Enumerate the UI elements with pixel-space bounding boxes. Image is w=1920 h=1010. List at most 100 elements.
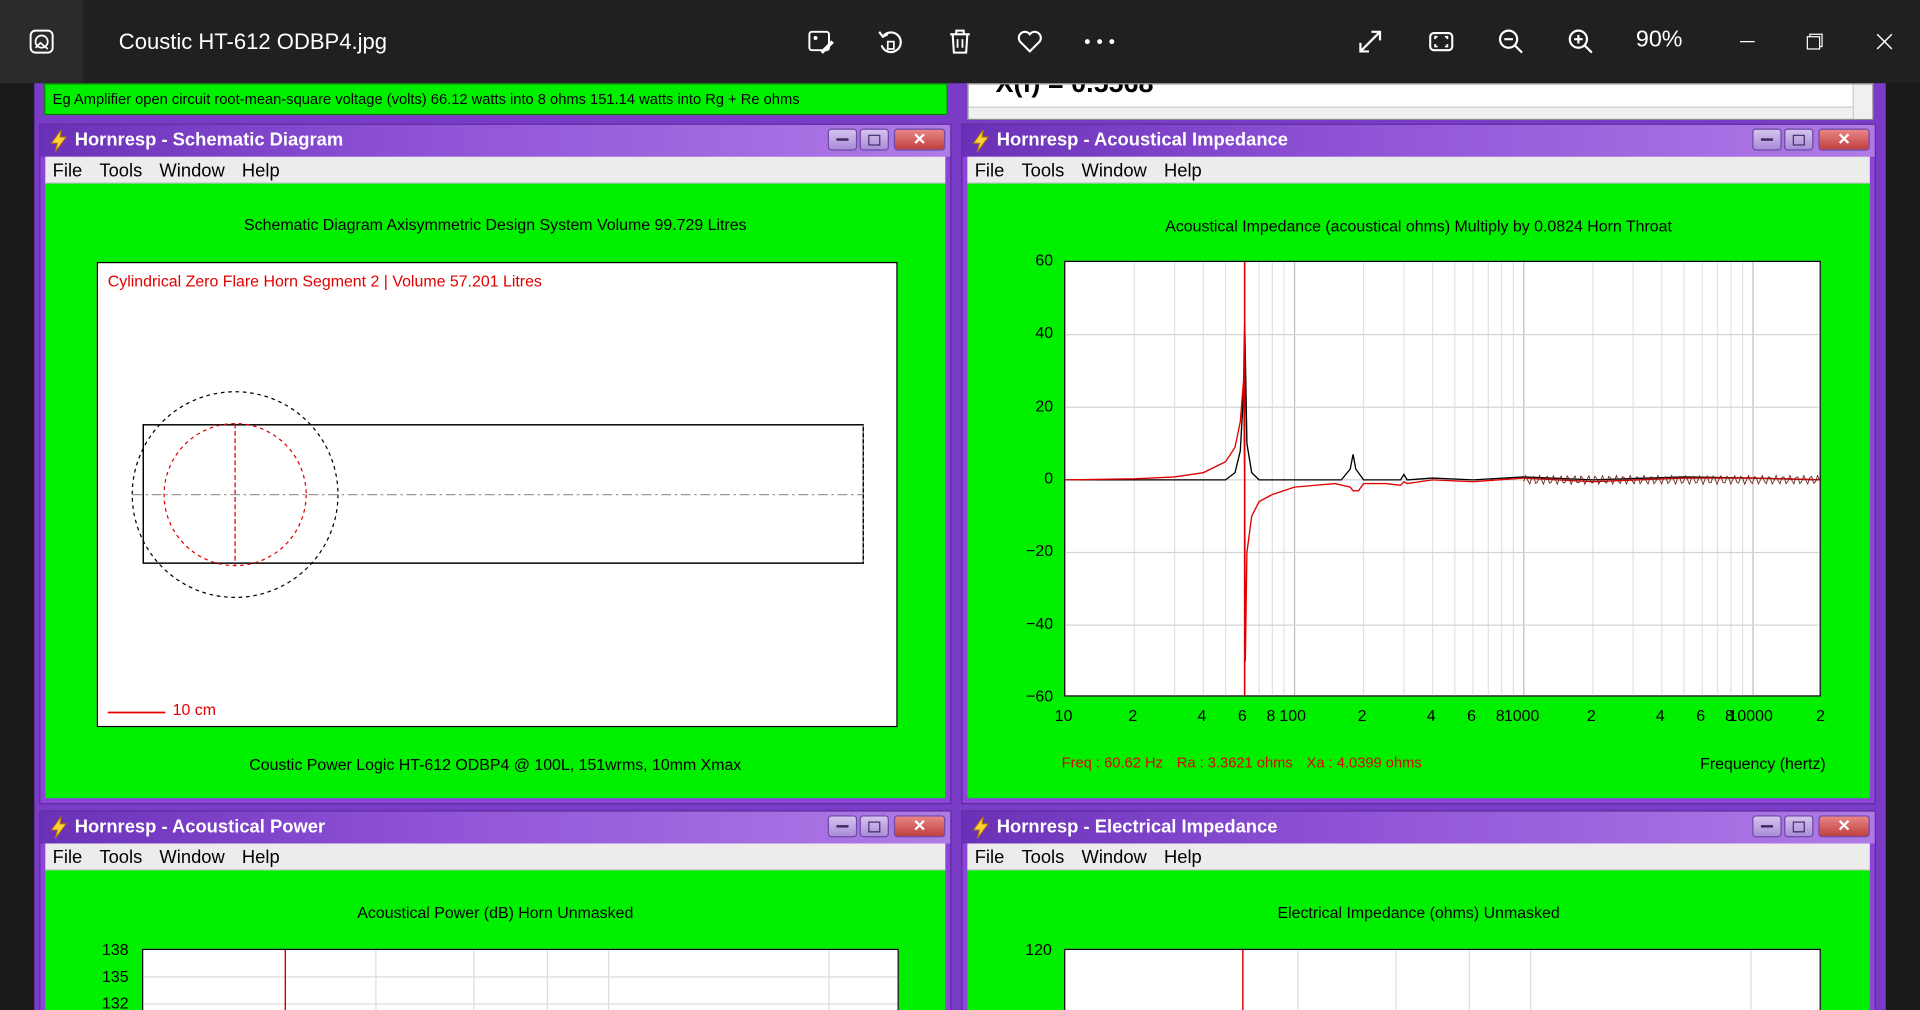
acoustical-impedance-window: Hornresp - Acoustical Impedance ✕ File To… xyxy=(961,123,1876,805)
favorite-icon[interactable] xyxy=(1010,22,1049,61)
close-icon[interactable] xyxy=(1865,22,1904,61)
restore-icon[interactable] xyxy=(1795,22,1834,61)
more-icon[interactable] xyxy=(1080,22,1119,61)
close-button[interactable]: ✕ xyxy=(1818,815,1870,838)
x-tick-label: 2 xyxy=(1816,706,1826,725)
minimize-button[interactable] xyxy=(827,815,858,838)
y-tick-label: −20 xyxy=(1026,541,1054,560)
horn-drawing xyxy=(107,391,865,714)
x-tick-label: 8 xyxy=(1266,706,1276,725)
electrical-plot[interactable] xyxy=(1064,948,1821,1010)
schematic-canvas[interactable]: Cylindrical Zero Flare Horn Segment 2 | … xyxy=(96,261,898,728)
rotate-icon[interactable] xyxy=(871,22,910,61)
menu-tools[interactable]: Tools xyxy=(99,847,142,868)
menu-help[interactable]: Help xyxy=(1164,160,1202,181)
y-tick: 135 xyxy=(101,967,129,986)
horizontal-scrollbar[interactable] xyxy=(968,106,1873,119)
power-plot[interactable] xyxy=(142,948,899,1010)
y-tick-label: −60 xyxy=(1026,686,1054,706)
fullscreen-icon[interactable] xyxy=(1351,22,1390,61)
x-tick-label: 2 xyxy=(1128,706,1138,725)
x-tick-label: 4 xyxy=(1197,706,1207,725)
menu-window[interactable]: Window xyxy=(159,847,224,868)
fit-icon[interactable] xyxy=(1422,22,1461,61)
y-tick-label: 40 xyxy=(1035,323,1054,342)
readout-freq: Freq : 60.62 Hz xyxy=(1061,754,1163,772)
image-canvas: Eg Amplifier open circuit root-mean-squa… xyxy=(0,83,1920,1010)
viewer-toolbar: Coustic HT-612 ODBP4.jpg 90% xyxy=(0,0,1920,84)
power-header: Acoustical Power (dB) Horn Unmasked xyxy=(357,903,634,922)
file-title: Coustic HT-612 ODBP4.jpg xyxy=(118,29,388,54)
hornresp-bolt-icon xyxy=(50,816,68,839)
x-tick-label: 2 xyxy=(1586,706,1596,725)
photos-app-icon[interactable] xyxy=(0,0,84,84)
zoom-out-icon[interactable] xyxy=(1491,22,1530,61)
menu-file[interactable]: File xyxy=(53,847,83,868)
minimize-icon[interactable] xyxy=(1728,22,1767,61)
minimize-button[interactable] xyxy=(1752,815,1782,838)
photos-viewer: Coustic HT-612 ODBP4.jpg 90% Eg Amplifie… xyxy=(0,0,1920,1010)
menu-window[interactable]: Window xyxy=(1081,847,1146,868)
zoom-in-icon[interactable] xyxy=(1561,22,1600,61)
menu-help[interactable]: Help xyxy=(1164,847,1202,868)
scale-label: 10 cm xyxy=(172,700,217,719)
maximize-button[interactable] xyxy=(859,815,889,838)
close-button[interactable]: ✕ xyxy=(893,128,946,151)
menu-tools[interactable]: Tools xyxy=(1021,160,1064,181)
minimize-button[interactable] xyxy=(827,128,858,151)
y-tick: 120 xyxy=(1025,940,1052,959)
x-tick-label: 100 xyxy=(1279,706,1306,725)
acoustical-power-window: Hornresp - Acoustical Power ✕ File Tools W… xyxy=(39,810,952,1010)
menu-window[interactable]: Window xyxy=(159,160,224,181)
schematic-footer: Coustic Power Logic HT-612 ODBP4 @ 100L,… xyxy=(249,755,742,774)
status-window: Eg Amplifier open circuit root-mean-squa… xyxy=(44,83,948,116)
title-bar[interactable]: Hornresp - Acoustical Power ✕ xyxy=(40,811,951,844)
x-tick-label: 10 xyxy=(1054,706,1073,725)
status-line: Eg Amplifier open circuit root-mean-squa… xyxy=(52,90,800,108)
menu-file[interactable]: File xyxy=(53,160,83,181)
hornresp-bolt-icon xyxy=(972,816,990,839)
x-tick-label: 4 xyxy=(1426,706,1436,725)
menu-file[interactable]: File xyxy=(975,847,1005,868)
close-button[interactable]: ✕ xyxy=(893,815,946,838)
hornresp-bolt-icon xyxy=(50,129,68,153)
impedance-plot[interactable] xyxy=(1064,260,1821,697)
schematic-header: Schematic Diagram Axisymmetric Design Sy… xyxy=(244,215,747,234)
acoustical-power-client: Acoustical Power (dB) Horn Unmasked 138 … xyxy=(45,870,946,1010)
maximize-button[interactable] xyxy=(859,128,889,151)
electrical-header: Electrical Impedance (ohms) Unmasked xyxy=(1277,903,1560,922)
readout-ra: Ra : 3.3621 ohms xyxy=(1176,754,1293,772)
maximize-button[interactable] xyxy=(1784,128,1814,151)
title-bar[interactable]: Hornresp - Schematic Diagram ✕ xyxy=(40,124,951,157)
maximize-button[interactable] xyxy=(1784,815,1814,838)
close-button[interactable]: ✕ xyxy=(1818,128,1870,151)
electrical-impedance-window: Hornresp - Electrical Impedance ✕ File To… xyxy=(961,810,1876,1010)
vertical-scrollbar[interactable] xyxy=(1852,84,1873,119)
menu-bar: File Tools Window Help xyxy=(45,156,946,184)
x-axis-label: Frequency (hertz) xyxy=(1700,754,1826,773)
x-tick-label: 6 xyxy=(1237,706,1247,725)
menu-tools[interactable]: Tools xyxy=(99,160,142,181)
delete-icon[interactable] xyxy=(940,22,979,61)
menu-file[interactable]: File xyxy=(975,160,1005,181)
formula-window: X(f) = 0.5568 xyxy=(967,83,1874,120)
title-bar[interactable]: Hornresp - Acoustical Impedance ✕ xyxy=(962,124,1875,157)
edit-image-icon[interactable] xyxy=(801,22,840,61)
x-tick-label: 2 xyxy=(1357,706,1367,725)
x-tick-label: 1000 xyxy=(1503,706,1540,725)
y-tick-label: 0 xyxy=(1044,468,1054,488)
series-line-1 xyxy=(1065,320,1820,481)
menu-help[interactable]: Help xyxy=(242,160,280,181)
y-tick-label: −40 xyxy=(1026,614,1054,633)
title-bar[interactable]: Hornresp - Electrical Impedance ✕ xyxy=(962,811,1875,844)
zoom-level[interactable]: 90% xyxy=(1636,27,1683,54)
y-tick-label: 20 xyxy=(1035,396,1054,415)
menu-help[interactable]: Help xyxy=(242,847,280,868)
x-tick-label: 6 xyxy=(1696,706,1706,725)
hornresp-bolt-icon xyxy=(972,129,990,153)
y-tick: 138 xyxy=(101,940,129,959)
menu-window[interactable]: Window xyxy=(1081,160,1146,181)
minimize-button[interactable] xyxy=(1752,128,1782,151)
menu-tools[interactable]: Tools xyxy=(1021,847,1064,868)
x-tick-label: 10000 xyxy=(1728,706,1773,725)
